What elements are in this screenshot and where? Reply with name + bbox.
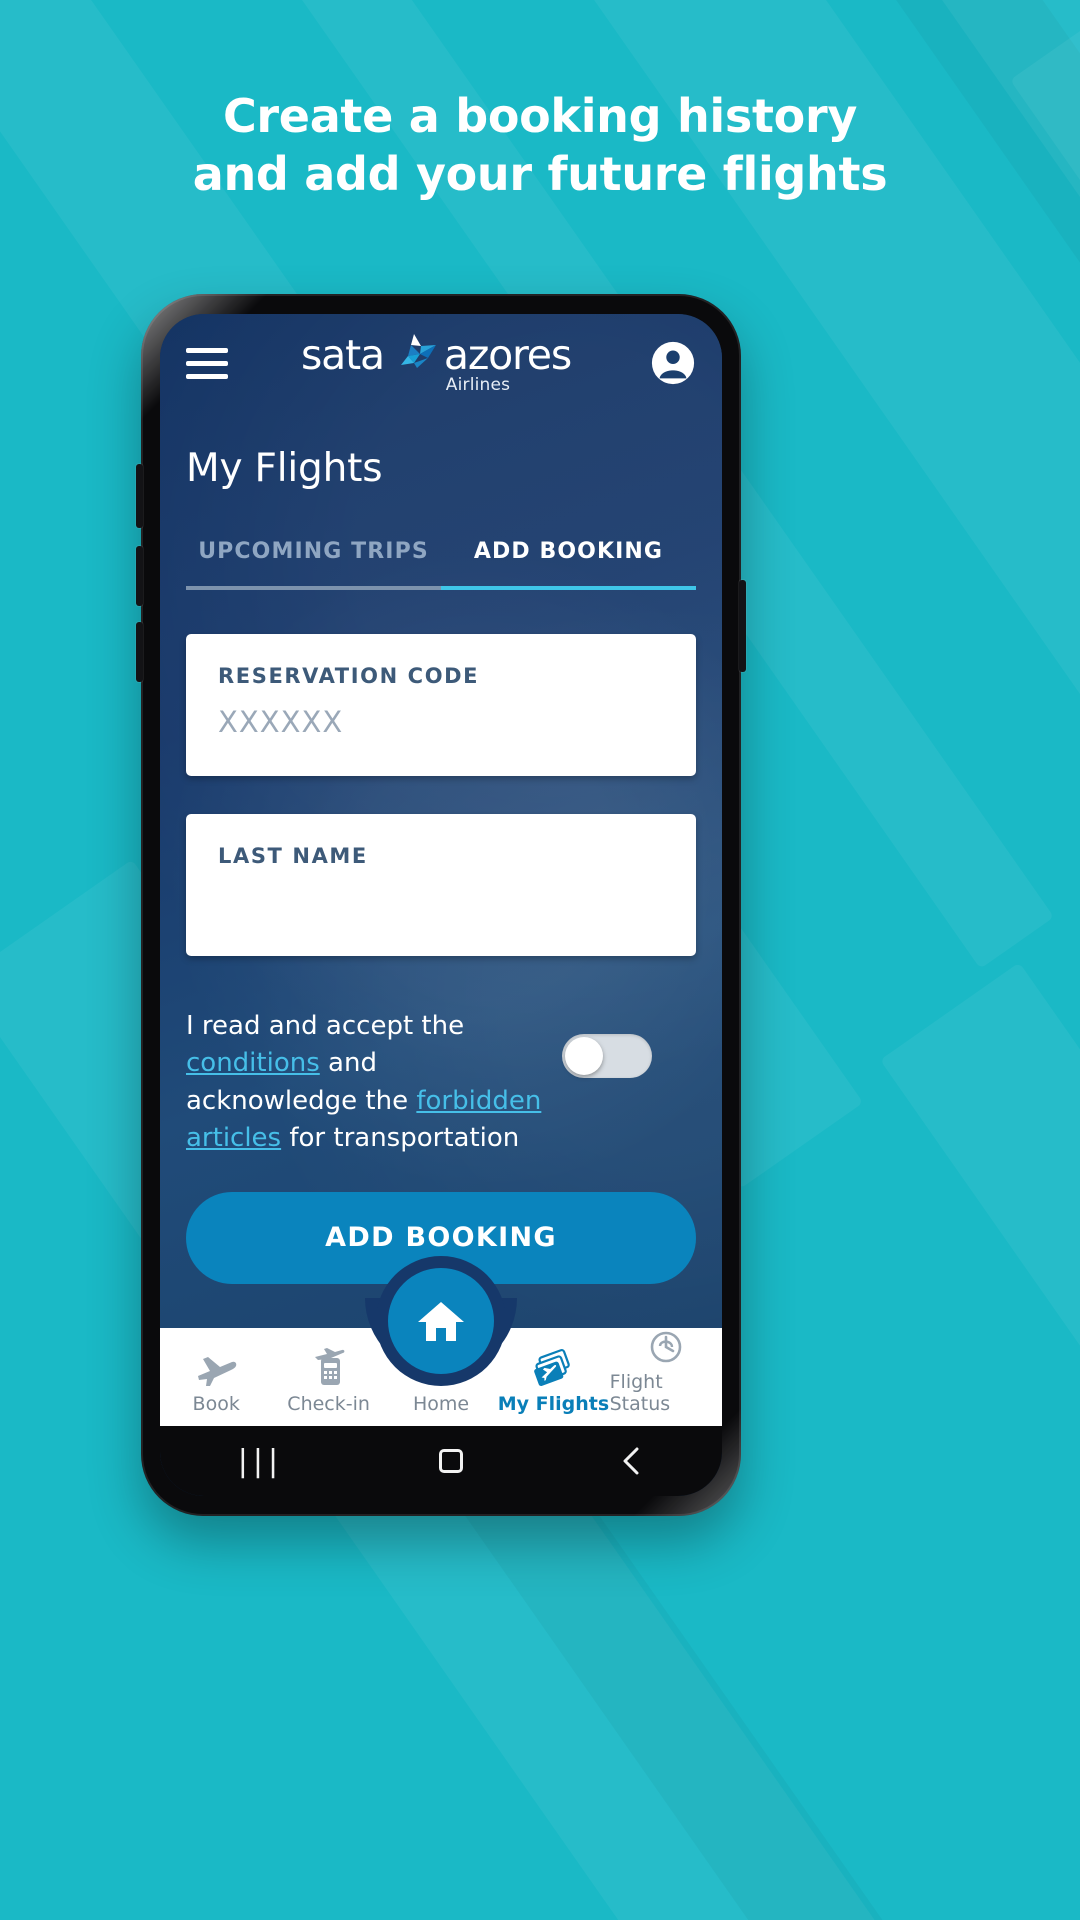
nav-label-flight-status: Flight Status <box>609 1371 671 1415</box>
nav-item-my-flights[interactable]: My Flights <box>497 1348 609 1415</box>
last-name-label: LAST NAME <box>218 844 368 868</box>
brand-logo-row: sata azores <box>301 331 572 379</box>
tab-bar: UPCOMING TRIPS ADD BOOKING <box>160 539 722 586</box>
back-chevron-glyph <box>623 1447 639 1475</box>
consent-toggle[interactable] <box>562 1034 652 1078</box>
reservation-code-input[interactable]: XXXXXX <box>218 705 664 739</box>
headline-line-2: and add your future flights <box>192 146 888 201</box>
account-circle-icon[interactable] <box>650 340 696 386</box>
boarding-passes-icon <box>531 1348 575 1388</box>
phone-bixby-button <box>136 622 143 682</box>
reservation-code-label: RESERVATION CODE <box>218 664 480 688</box>
phone-volume-up-button <box>136 464 143 528</box>
android-back-icon[interactable] <box>618 1446 644 1476</box>
nav-item-book[interactable]: Book <box>160 1348 272 1415</box>
phone-mockup: sata azores Airlines My Flights UPCOMING… <box>136 294 746 1516</box>
brand-logo: sata azores Airlines <box>222 331 650 395</box>
nav-item-check-in[interactable]: Check-in <box>272 1348 384 1415</box>
flight-status-clock-icon <box>646 1326 686 1366</box>
recents-icon[interactable]: ||| <box>238 1444 283 1479</box>
consent-text: I read and accept the conditions and ack… <box>186 1008 548 1158</box>
app-viewport: sata azores Airlines My Flights UPCOMING… <box>160 314 722 1426</box>
promo-headline: Create a booking history and add your fu… <box>0 88 1080 204</box>
phone-power-button <box>739 580 746 672</box>
booking-form: RESERVATION CODE XXXXXX LAST NAME <box>160 590 722 956</box>
mobile-checkin-icon <box>309 1348 349 1388</box>
bg-stripe <box>880 962 1080 1920</box>
nav-label-check-in: Check-in <box>287 1393 370 1415</box>
airplane-icon <box>194 1348 238 1388</box>
phone-screen: sata azores Airlines My Flights UPCOMING… <box>160 314 722 1496</box>
tab-add-booking[interactable]: ADD BOOKING <box>441 539 696 586</box>
brand-subtitle: Airlines <box>445 375 511 395</box>
nav-label-home: Home <box>412 1393 470 1415</box>
brand-word-sata: sata <box>301 331 385 379</box>
home-fab-button[interactable] <box>388 1268 494 1374</box>
page-title: My Flights <box>186 446 383 491</box>
last-name-field[interactable]: LAST NAME <box>186 814 696 956</box>
headline-line-1: Create a booking history <box>222 89 858 143</box>
reservation-code-field[interactable]: RESERVATION CODE XXXXXX <box>186 634 696 776</box>
azores-bird-icon <box>400 334 436 368</box>
consent-part-1: I read and accept the <box>186 1011 465 1041</box>
brand-word-azores: azores <box>443 331 572 379</box>
tab-upcoming-trips[interactable]: UPCOMING TRIPS <box>186 539 441 586</box>
conditions-link[interactable]: conditions <box>186 1048 320 1078</box>
nav-item-flight-status[interactable]: Flight Status <box>610 1326 722 1415</box>
android-system-bar: ||| <box>160 1426 722 1496</box>
phone-volume-down-button <box>136 546 143 606</box>
home-icon <box>418 1302 464 1341</box>
consent-part-3: for transportation <box>281 1123 520 1154</box>
nav-label-my-flights: My Flights <box>497 1393 610 1415</box>
android-home-icon[interactable] <box>438 1449 463 1473</box>
consent-toggle-knob <box>565 1037 603 1075</box>
consent-row: I read and accept the conditions and ack… <box>160 994 722 1158</box>
app-bar: sata azores Airlines <box>160 314 722 412</box>
cta-wrapper: ADD BOOKING <box>160 1158 722 1284</box>
nav-label-book: Book <box>192 1393 240 1415</box>
home-square-glyph <box>438 1449 463 1473</box>
